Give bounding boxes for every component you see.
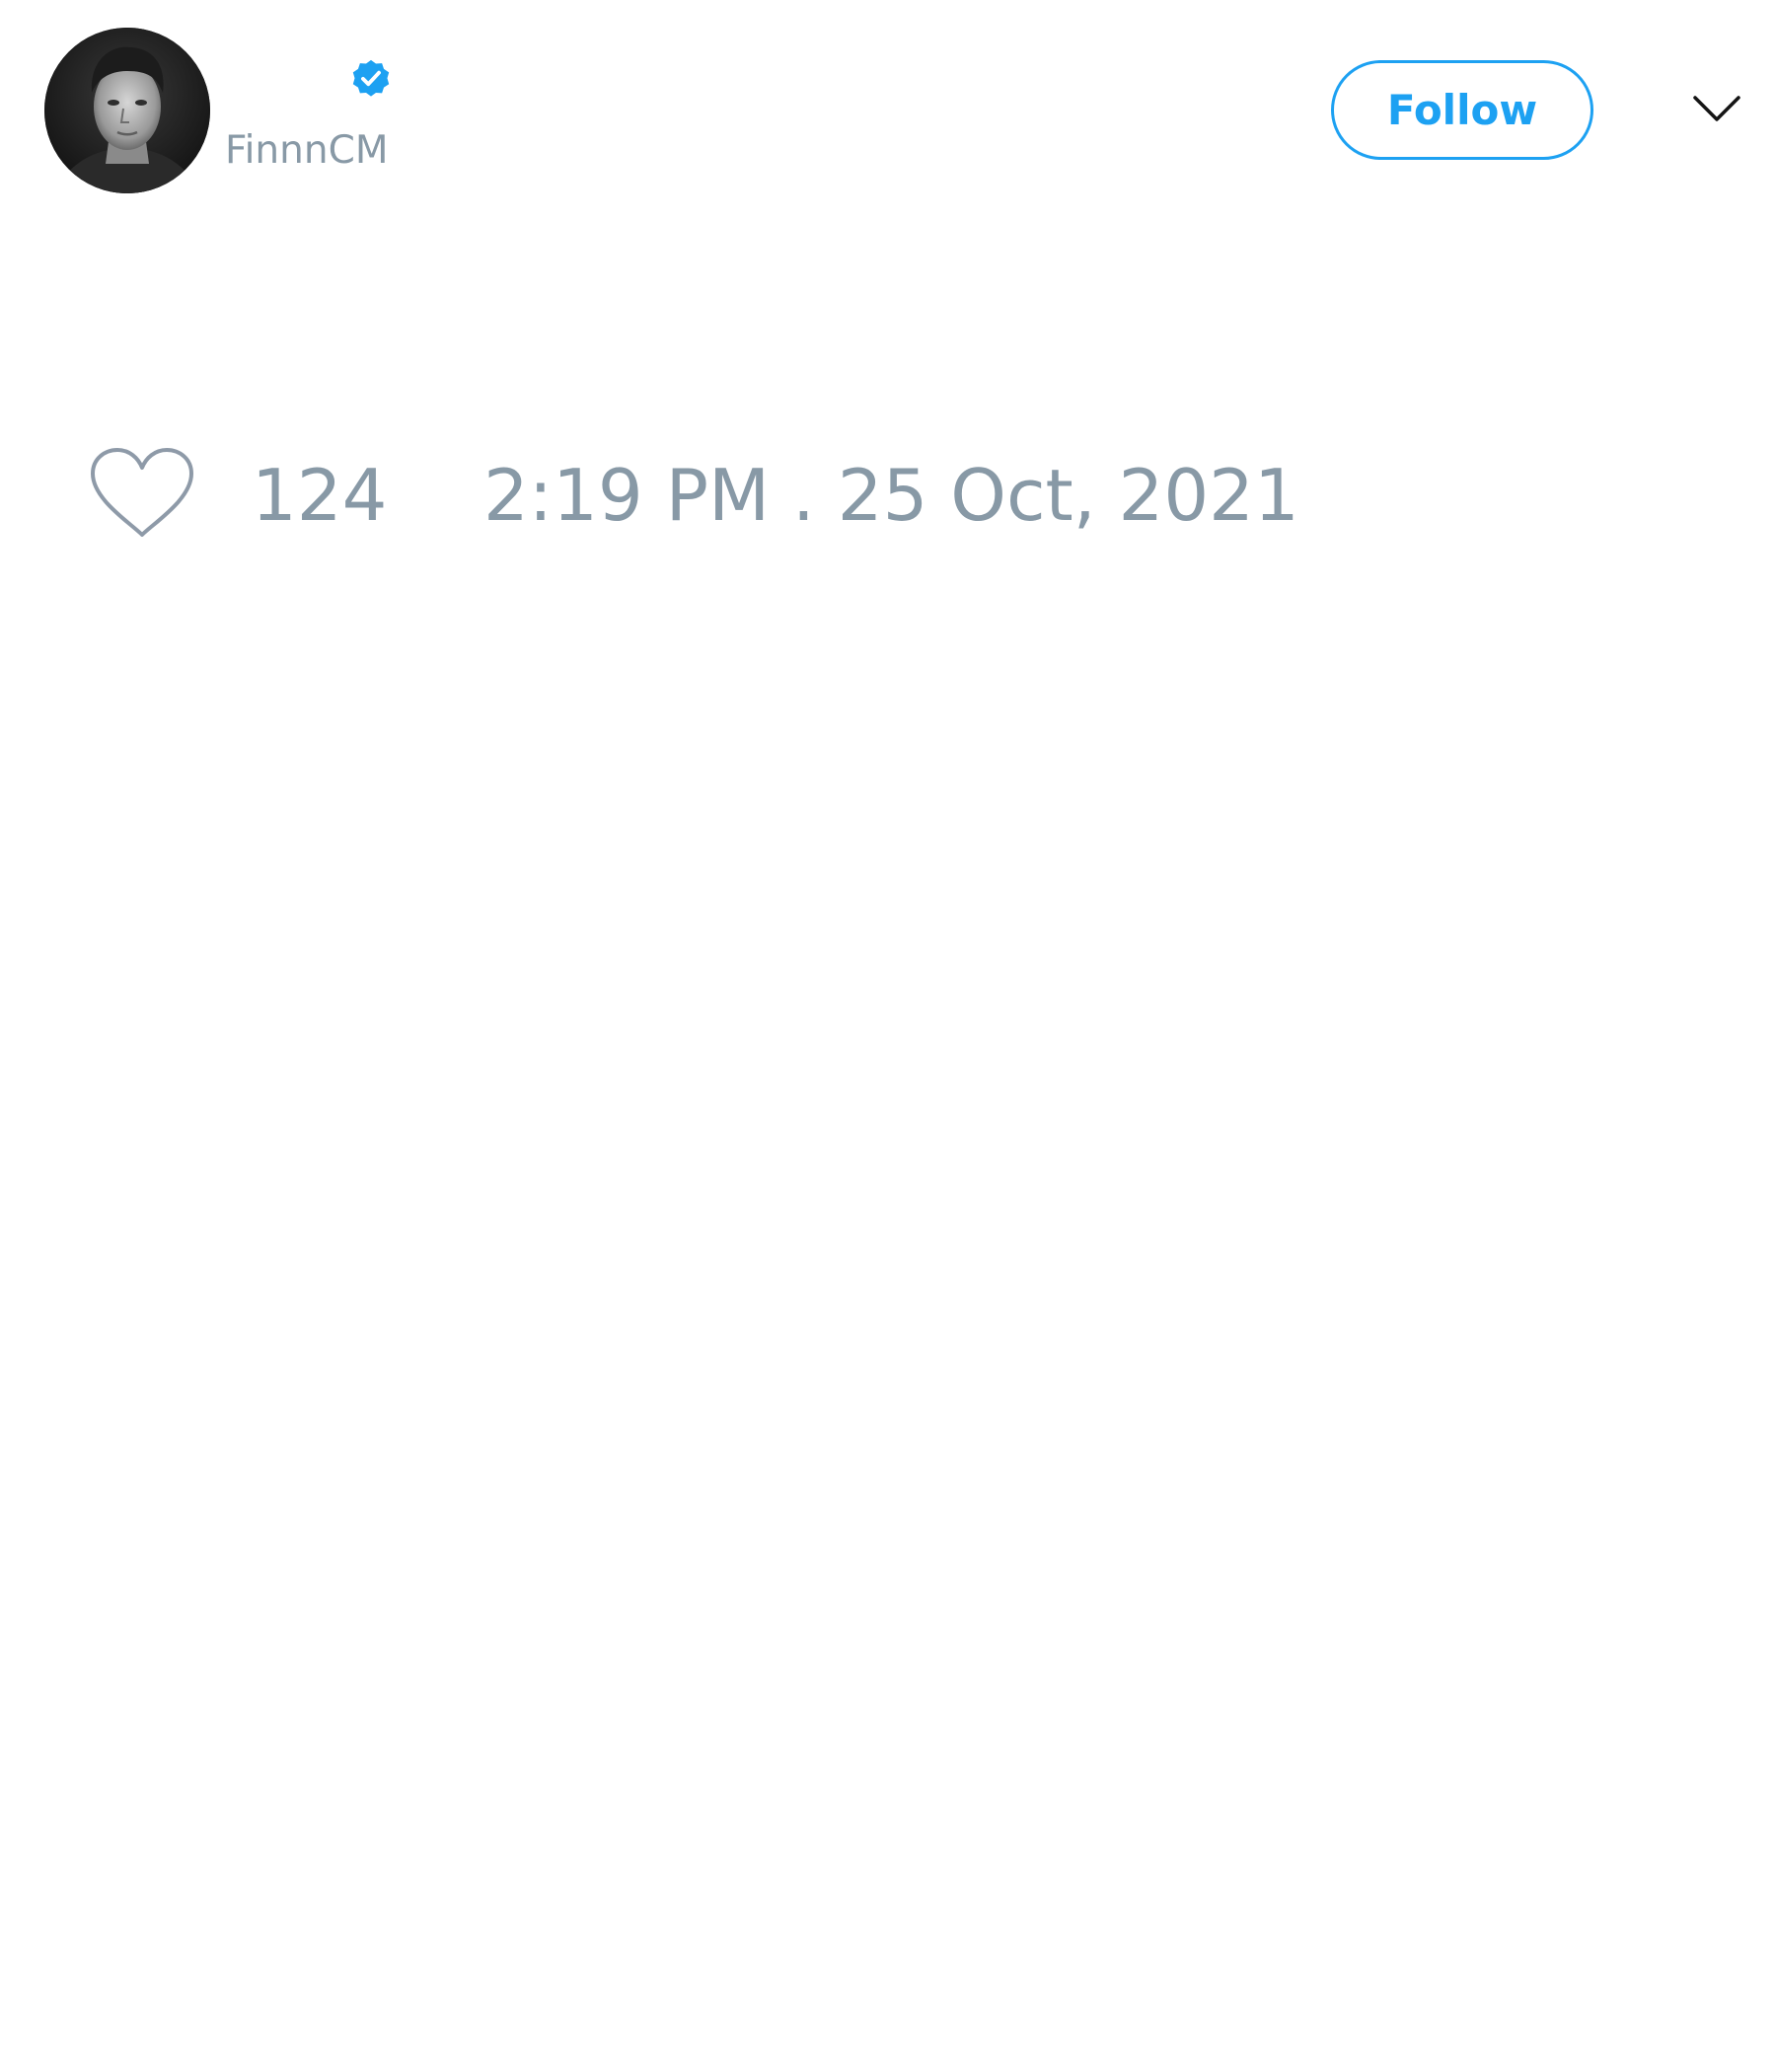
avatar[interactable] [44,28,210,193]
profile-photo [44,28,210,193]
like-count: 124 [252,454,388,537]
tweet-timestamp[interactable]: 2:19 PM . 25 Oct, 2021 [483,456,1299,535]
chevron-down-icon[interactable] [1692,93,1741,124]
tweet-card: FinnnCM Follow 124 2:19 PM . 25 Oct, 202… [0,0,1776,2072]
heart-icon[interactable] [89,446,195,541]
follow-button[interactable]: Follow [1331,60,1593,160]
author-handle[interactable]: FinnnCM [225,126,388,176]
verified-badge-icon [352,59,390,97]
